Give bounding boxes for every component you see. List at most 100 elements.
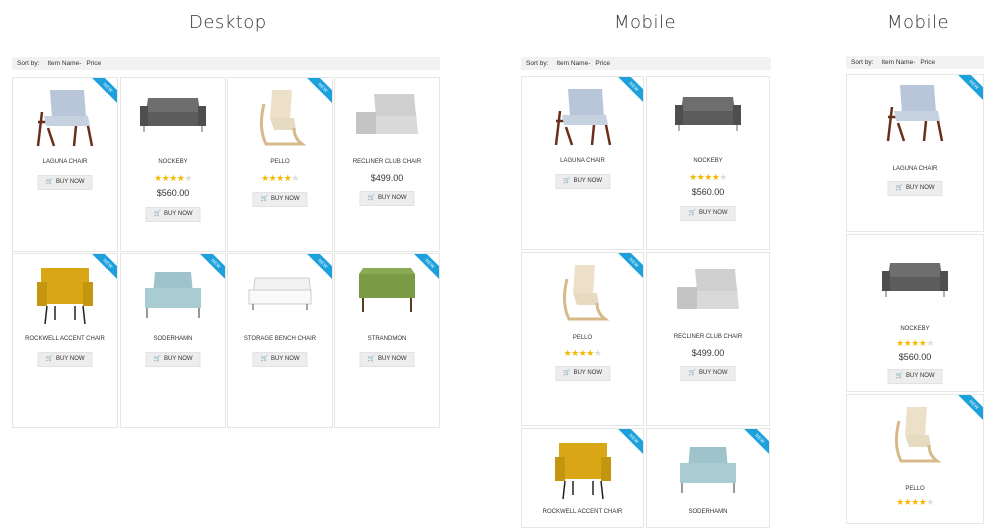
buy-now-button[interactable]: 🛒 BUY NOW (887, 369, 943, 384)
product-name[interactable]: LAGUNA CHAIR (13, 159, 117, 165)
product-name[interactable]: ROCKWELL ACCENT CHAIR (13, 336, 117, 342)
product-card[interactable]: NEW LAGUNA CHAIR 🛒 BUY NOW (12, 77, 118, 252)
product-card[interactable]: NOCKEBY ★★★★★ $560.00 🛒 BUY NOW (846, 234, 984, 392)
product-name[interactable]: PELLO (228, 159, 332, 165)
cart-icon: 🛒 (367, 356, 375, 362)
buy-now-button[interactable]: 🛒 BUY NOW (680, 206, 736, 221)
product-name[interactable]: STORAGE BENCH CHAIR (228, 336, 332, 342)
star-rating: ★★★★★ (896, 497, 934, 507)
product-name[interactable]: RECLINER CLUB CHAIR (335, 159, 439, 165)
chaise-image (647, 265, 769, 315)
accent-chair-image (522, 437, 643, 501)
cart-icon: 🛒 (895, 185, 903, 191)
sort-item-name[interactable]: Item Name- (881, 56, 915, 69)
product-card[interactable]: NEW PELLO ★★★★★ 🛒 BUY NOW (521, 252, 644, 426)
product-name[interactable]: NOCKEBY (847, 326, 983, 332)
mobile-phone-sort-bar: Sort by: Item Name- Price (846, 56, 984, 69)
buy-now-button[interactable]: 🛒 BUY NOW (37, 175, 93, 190)
product-card[interactable]: NOCKEBY ★★★★★ $560.00 🛒 BUY NOW (646, 76, 770, 250)
armchair-image (847, 83, 983, 143)
product-price: $499.00 (370, 173, 404, 183)
chaise-image (335, 90, 439, 140)
product-name[interactable]: NOCKEBY (121, 159, 225, 165)
cart-icon: 🛒 (45, 356, 53, 362)
buy-now-button[interactable]: 🛒 BUY NOW (252, 192, 308, 207)
product-name[interactable]: ROCKWELL ACCENT CHAIR (522, 509, 643, 515)
accent-chair-image (13, 262, 117, 326)
mobile-phone-title: Mobile (887, 12, 950, 33)
product-name[interactable]: PELLO (522, 335, 643, 341)
cart-icon: 🛒 (260, 196, 268, 202)
buy-now-button[interactable]: 🛒 BUY NOW (145, 207, 201, 222)
sofa-bench-image (228, 274, 332, 314)
cart-icon: 🛒 (895, 373, 903, 379)
buy-now-button[interactable]: 🛒 BUY NOW (359, 191, 415, 206)
buy-now-button[interactable]: 🛒 BUY NOW (37, 352, 93, 367)
armchair-image (522, 87, 643, 147)
star-rating: ★★★★★ (689, 172, 727, 182)
star-rating: ★★★★★ (563, 348, 602, 358)
desktop-sort-bar: Sort by: Item Name- Price (12, 57, 440, 70)
sort-item-name[interactable]: Item Name- (556, 57, 590, 70)
product-card[interactable]: NEW PELLO ★★★★★ 🛒 BUY NOW (227, 77, 333, 252)
mobile-tablet-title: Mobile (614, 12, 677, 33)
product-name[interactable]: STRANDMON (335, 336, 439, 342)
product-card[interactable]: NEW SODERHAMN 🛒 BUY NOW (120, 253, 226, 428)
sofa-image (647, 91, 769, 136)
sort-item-name[interactable]: Item Name- (47, 57, 81, 70)
rocking-chair-image (522, 263, 643, 323)
product-price: $560.00 (898, 352, 932, 362)
product-name[interactable]: SODERHAMN (647, 509, 769, 515)
cart-icon: 🛒 (562, 370, 571, 376)
product-name[interactable]: SODERHAMN (121, 336, 225, 342)
buy-now-button[interactable]: 🛒 BUY NOW (359, 352, 415, 367)
footstool-image (335, 268, 439, 316)
cart-icon: 🛒 (45, 179, 53, 185)
product-card[interactable]: NEW STORAGE BENCH CHAIR 🛒 BUY NOW (227, 253, 333, 428)
cart-icon: 🛒 (367, 195, 375, 201)
star-rating: ★★★★★ (261, 173, 299, 183)
product-card[interactable]: NEW ROCKWELL ACCENT CHAIR (521, 428, 644, 528)
cart-icon: 🛒 (153, 356, 161, 362)
armchair-image (647, 443, 769, 499)
product-card[interactable]: NEW STRANDMON 🛒 BUY NOW (334, 253, 440, 428)
buy-now-button[interactable]: 🛒 BUY NOW (680, 366, 736, 381)
star-rating: ★★★★★ (154, 173, 192, 183)
product-name[interactable]: PELLO (847, 486, 983, 492)
rocking-chair-image (847, 405, 983, 465)
product-card[interactable]: NEW ROCKWELL ACCENT CHAIR 🛒 BUY NOW (12, 253, 118, 428)
buy-now-button[interactable]: 🛒 BUY NOW (887, 181, 943, 196)
product-card[interactable]: NEW PELLO ★★★★★ (846, 394, 984, 524)
product-card[interactable]: NOCKEBY ★★★★★ $560.00 🛒 BUY NOW (120, 77, 226, 252)
sort-price[interactable]: Price (595, 57, 610, 70)
sort-by-label: Sort by: (851, 59, 874, 66)
cart-icon: 🛒 (562, 178, 571, 184)
product-name[interactable]: RECLINER CLUB CHAIR (647, 334, 769, 340)
cart-icon: 🛒 (260, 356, 268, 362)
sort-price[interactable]: Price (920, 56, 935, 69)
sofa-image (847, 257, 983, 302)
product-name[interactable]: LAGUNA CHAIR (522, 158, 643, 164)
buy-now-button[interactable]: 🛒 BUY NOW (554, 174, 611, 189)
buy-now-button[interactable]: 🛒 BUY NOW (252, 352, 308, 367)
sort-by-label: Sort by: (526, 60, 549, 67)
product-card[interactable]: RECLINER CLUB CHAIR $499.00 🛒 BUY NOW (334, 77, 440, 252)
desktop-title: Desktop (189, 12, 267, 33)
armchair-image (121, 268, 225, 324)
sort-price[interactable]: Price (86, 57, 101, 70)
product-card[interactable]: RECLINER CLUB CHAIR $499.00 🛒 BUY NOW (646, 252, 770, 426)
product-card[interactable]: NEW LAGUNA CHAIR 🛒 BUY NOW (521, 76, 644, 250)
product-name[interactable]: NOCKEBY (647, 158, 769, 164)
cart-icon: 🛒 (688, 370, 696, 376)
cart-icon: 🛒 (153, 211, 161, 217)
product-price: $560.00 (691, 187, 725, 197)
product-card[interactable]: NEW LAGUNA CHAIR 🛒 BUY NOW (846, 74, 984, 232)
sort-by-label: Sort by: (17, 60, 40, 67)
buy-now-button[interactable]: 🛒 BUY NOW (554, 366, 611, 381)
product-price: $499.00 (691, 348, 725, 358)
product-price: $560.00 (156, 188, 190, 198)
buy-now-button[interactable]: 🛒 BUY NOW (145, 352, 201, 367)
product-name[interactable]: LAGUNA CHAIR (847, 166, 983, 172)
product-card[interactable]: NEW SODERHAMN (646, 428, 770, 528)
rocking-chair-image (228, 88, 332, 148)
